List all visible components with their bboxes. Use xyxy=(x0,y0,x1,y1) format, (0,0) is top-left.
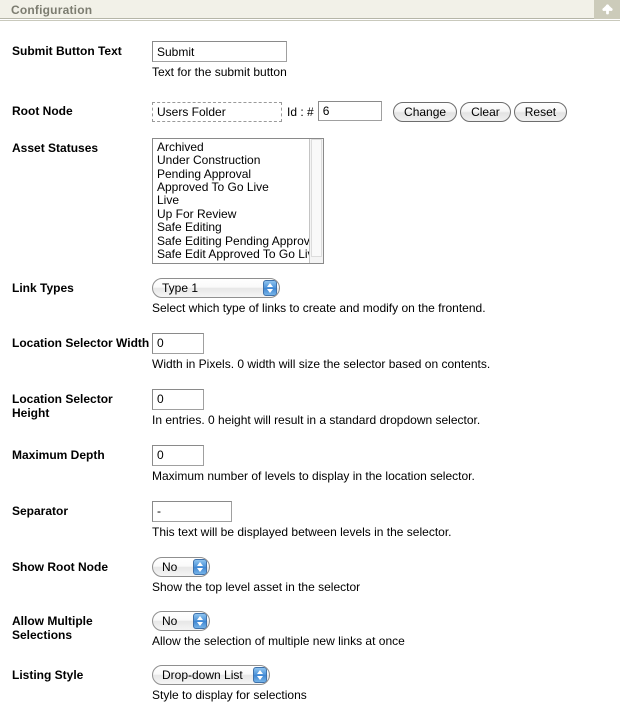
page-title: Configuration xyxy=(11,3,93,17)
asset-status-option[interactable]: Up For Review xyxy=(155,207,309,221)
label-root-node: Root Node xyxy=(12,104,73,118)
label-show-root-node: Show Root Node xyxy=(12,559,108,574)
asterisk-icon[interactable] xyxy=(594,0,620,19)
root-node-id-label: Id : # xyxy=(287,104,314,119)
asset-status-option[interactable]: Pending Approval xyxy=(155,167,309,181)
change-button[interactable]: Change xyxy=(393,101,458,122)
field-row-listing-style: Listing Style Drop-down List Style to di… xyxy=(0,664,620,702)
help-listing-style: Style to display for selections xyxy=(152,687,307,702)
panel-header: Configuration xyxy=(0,0,620,19)
allow-multiple-selections-select[interactable]: No xyxy=(152,610,210,631)
asset-statuses-listbox[interactable]: Archived Under Construction Pending Approv… xyxy=(152,137,324,264)
chevron-updown-icon[interactable] xyxy=(263,279,277,296)
asset-status-option[interactable]: Under Construction xyxy=(155,153,309,167)
field-row-show-root-node: Show Root Node No Show the top level ass… xyxy=(0,556,620,594)
asset-status-option[interactable]: Safe Editing Pending Approval xyxy=(155,234,319,248)
link-types-value: Type 1 xyxy=(162,280,199,295)
help-location-selector-width: Width in Pixels. 0 width will size the s… xyxy=(152,356,491,371)
help-allow-multiple-selections: Allow the selection of multiple new link… xyxy=(152,633,405,648)
field-row-allow-multiple-selections: Allow Multiple Selections No Allow the s… xyxy=(0,610,620,648)
submit-button-text-input[interactable] xyxy=(152,41,287,62)
show-root-node-select[interactable]: No xyxy=(152,556,210,577)
location-selector-height-input[interactable] xyxy=(152,388,204,410)
listing-style-select[interactable]: Drop-down List xyxy=(152,664,270,685)
field-row-asset-statuses: Asset Statuses Archived Under Constructio… xyxy=(0,137,620,264)
asset-status-option[interactable]: Archived xyxy=(155,140,309,154)
label-asset-statuses: Asset Statuses xyxy=(12,140,99,155)
label-allow-multiple-selections: Allow Multiple Selections xyxy=(12,613,93,642)
label-listing-style: Listing Style xyxy=(12,667,84,682)
chevron-updown-icon[interactable] xyxy=(193,612,207,629)
asset-statuses-options[interactable]: Archived Under Construction Pending Approv… xyxy=(153,139,320,263)
label-maximum-depth: Maximum Depth xyxy=(12,447,105,462)
root-node-asset-name[interactable]: Users Folder xyxy=(152,101,282,122)
chevron-updown-icon[interactable] xyxy=(253,666,267,683)
show-root-node-value: No xyxy=(162,559,178,574)
listing-style-value: Drop-down List xyxy=(162,667,243,682)
link-types-select[interactable]: Type 1 xyxy=(152,277,280,298)
separator-input[interactable] xyxy=(152,500,232,522)
field-row-location-selector-height: Location Selector Height In entries. 0 h… xyxy=(0,388,620,427)
clear-button[interactable]: Clear xyxy=(460,101,511,122)
help-maximum-depth: Maximum number of levels to display in t… xyxy=(152,468,475,483)
label-location-selector-height: Location Selector Height xyxy=(12,391,113,420)
reset-button[interactable]: Reset xyxy=(513,101,568,122)
field-row-root-node: Root Node Users Folder Id : # ChangeClear… xyxy=(0,101,620,122)
field-row-maximum-depth: Maximum Depth Maximum number of levels t… xyxy=(0,444,620,483)
label-separator: Separator xyxy=(12,503,69,518)
asset-status-option[interactable]: Safe Editing xyxy=(155,220,309,234)
help-submit-button-text: Text for the submit button xyxy=(152,65,287,79)
asset-statuses-scroll-thumb[interactable] xyxy=(311,138,322,257)
root-node-id-input[interactable] xyxy=(317,101,382,121)
chevron-updown-icon[interactable] xyxy=(193,558,207,575)
configuration-form: Submit Button Text Text for the submit b… xyxy=(0,21,620,702)
maximum-depth-input[interactable] xyxy=(152,444,204,466)
asset-status-option[interactable]: Approved To Go Live xyxy=(155,180,309,194)
help-show-root-node: Show the top level asset in the selector xyxy=(152,579,361,594)
field-row-link-types: Link Types Type 1 Select which type of l… xyxy=(0,277,620,315)
field-row-submit-button-text: Submit Button Text Text for the submit b… xyxy=(0,41,620,79)
label-submit-button-text: Submit Button Text xyxy=(12,44,122,58)
asset-status-option[interactable]: Safe Edit Approved To Go Live xyxy=(155,247,320,261)
asset-status-option[interactable]: Live xyxy=(155,194,309,208)
help-link-types: Select which type of links to create and… xyxy=(152,300,486,315)
location-selector-width-input[interactable] xyxy=(152,332,204,354)
help-location-selector-height: In entries. 0 height will result in a st… xyxy=(152,412,481,427)
asset-statuses-scrollbar[interactable] xyxy=(309,138,323,263)
label-location-selector-width: Location Selector Width xyxy=(12,335,150,350)
field-row-location-selector-width: Location Selector Width Width in Pixels.… xyxy=(0,332,620,371)
help-separator: This text will be displayed between leve… xyxy=(152,524,452,539)
field-row-separator: Separator This text will be displayed be… xyxy=(0,500,620,539)
label-link-types: Link Types xyxy=(12,280,74,295)
allow-multiple-selections-value: No xyxy=(162,613,178,628)
